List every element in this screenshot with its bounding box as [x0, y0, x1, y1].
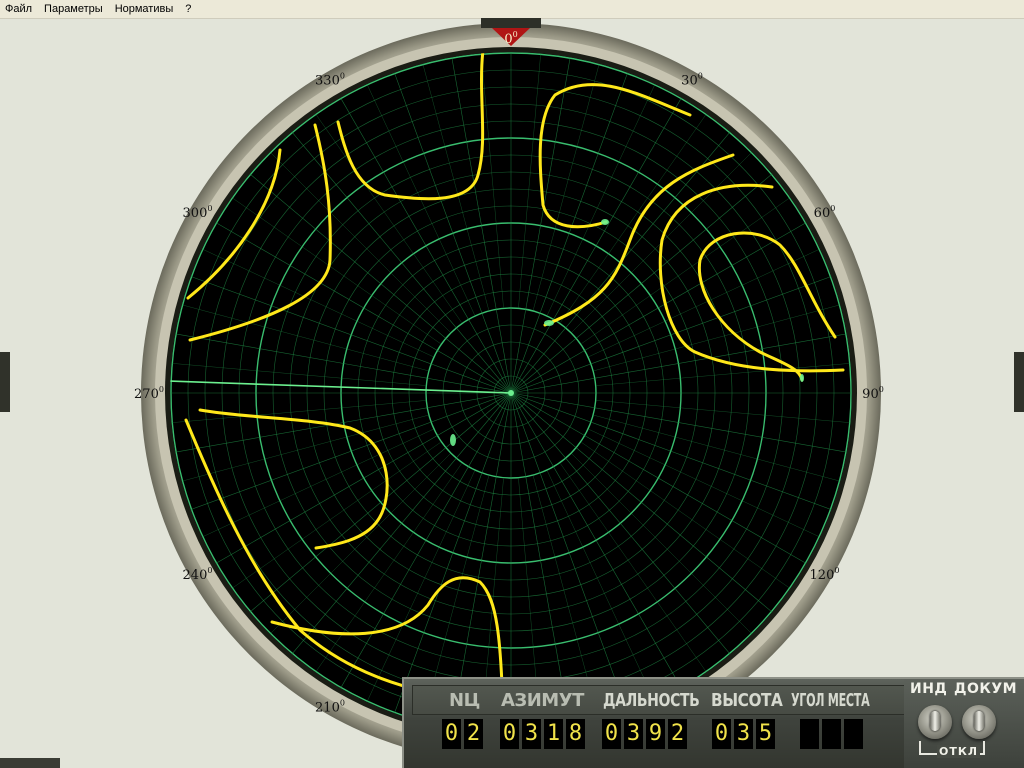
radar-screen	[170, 52, 852, 734]
label-elevation: УГОЛ МЕСТА	[791, 690, 870, 711]
readout-azimuth: 0 3 1 8	[500, 719, 585, 749]
bearing-value: 270	[134, 387, 159, 402]
digit-cell: 3	[734, 719, 753, 749]
top-mount	[481, 18, 541, 28]
digit-cell: 2	[668, 719, 687, 749]
menu-file[interactable]: Файл	[0, 0, 38, 18]
digit-cell: 0	[442, 719, 461, 749]
digit-cell: 5	[756, 719, 775, 749]
degree-mark: 0	[834, 566, 839, 575]
digit-cell: 0	[822, 719, 841, 749]
degree-mark: 0	[830, 204, 835, 213]
digit-cell: 2	[464, 719, 483, 749]
label-ind: ИНД	[910, 681, 948, 697]
digit-cell: 0	[500, 719, 519, 749]
target-blip	[544, 320, 554, 326]
ind-toggle-switch[interactable]	[918, 705, 952, 739]
toggle-lever-icon	[974, 711, 984, 731]
degree-mark: 0	[207, 566, 212, 575]
readout-panel: NЦ АЗИМУТ ДАЛЬНОСТЬ ВЫСОТА УГОЛ МЕСТА 0 …	[402, 677, 1024, 768]
bearing-value: 240	[183, 568, 208, 583]
radar-scope: 00300600900120021002400270030003300	[134, 18, 884, 763]
bearing-value: 300	[183, 206, 208, 221]
scope-center-dot	[508, 390, 514, 396]
target-blip	[450, 434, 456, 446]
bearing-value: 0	[504, 32, 512, 47]
bearing-value: 210	[315, 701, 340, 716]
degree-mark: 0	[879, 385, 884, 394]
digit-cell: 0	[800, 719, 819, 749]
readout-height: 0 3 5	[712, 719, 775, 749]
label-doc: ДОКУМ	[954, 681, 1018, 697]
menu-parameters[interactable]: Параметры	[38, 0, 109, 18]
digit-cell: 1	[544, 719, 563, 749]
bearing-value: 120	[810, 568, 835, 583]
digit-cell: 9	[646, 719, 665, 749]
menu-bar: Файл Параметры Нормативы ?	[0, 0, 1024, 19]
switch-panel: ИНД ДОКУМ ОТКЛ	[904, 679, 1024, 768]
doc-toggle-switch[interactable]	[962, 705, 996, 739]
degree-mark: 0	[698, 71, 703, 80]
bearing-value: 90	[862, 387, 879, 402]
digit-cell: 3	[624, 719, 643, 749]
digit-cell: 0	[712, 719, 731, 749]
target-blip	[601, 219, 609, 225]
degree-mark: 0	[340, 71, 345, 80]
label-height: ВЫСОТА	[711, 690, 783, 711]
readout-range: 0 3 9 2	[602, 719, 687, 749]
digit-cell: 0	[602, 719, 621, 749]
bearing-value: 330	[315, 73, 340, 88]
readout-elevation: 0 0 0	[800, 719, 863, 749]
digit-cell: 3	[522, 719, 541, 749]
readout-nc: 0 2	[442, 719, 483, 749]
bearing-label: 1200	[810, 566, 840, 583]
label-azimuth: АЗИМУТ	[501, 690, 584, 711]
digit-cell: 0	[844, 719, 863, 749]
degree-mark: 0	[207, 204, 212, 213]
bearing-value: 60	[814, 206, 831, 221]
degree-mark: 0	[340, 699, 345, 708]
target-blip	[800, 374, 804, 382]
menu-standards[interactable]: Нормативы	[109, 0, 180, 18]
readout-label-strip: NЦ АЗИМУТ ДАЛЬНОСТЬ ВЫСОТА УГОЛ МЕСТА	[412, 685, 906, 715]
degree-mark: 0	[159, 385, 164, 394]
toggle-lever-icon	[930, 711, 940, 731]
label-off: ОТКЛ	[937, 745, 980, 758]
bearing-value: 30	[681, 73, 698, 88]
menu-help[interactable]: ?	[179, 0, 197, 18]
label-range: ДАЛЬНОСТЬ	[603, 690, 700, 711]
digit-cell: 8	[566, 719, 585, 749]
degree-mark: 0	[513, 30, 518, 39]
label-nc: NЦ	[449, 690, 480, 711]
